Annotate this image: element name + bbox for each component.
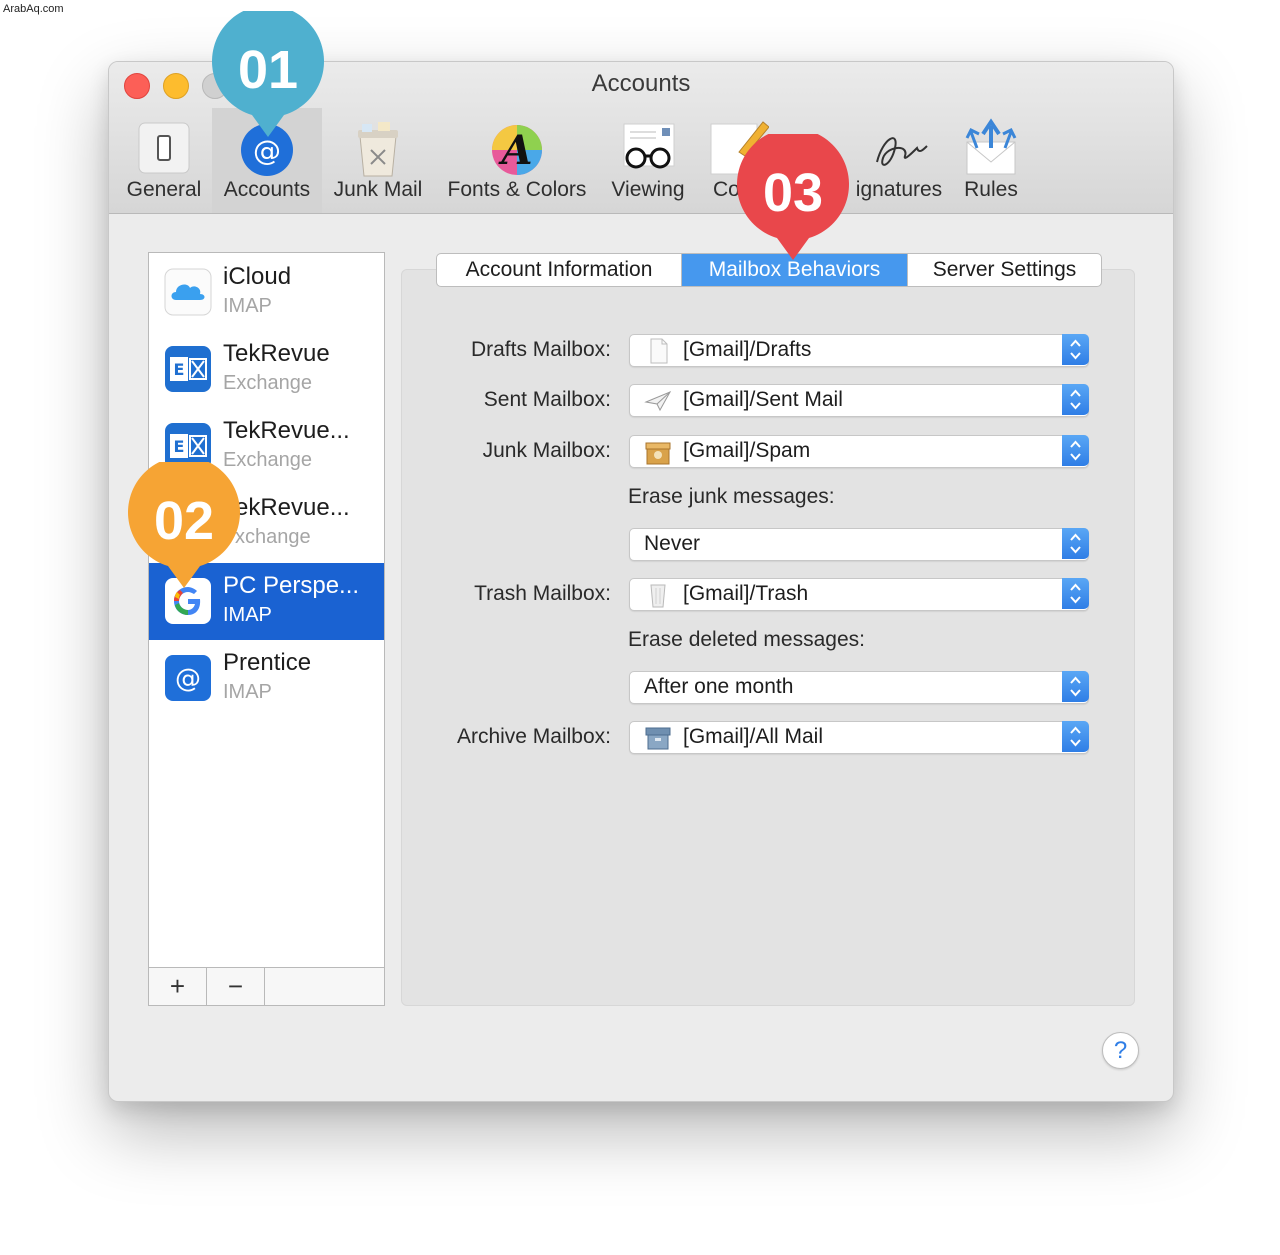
callout-02-text: 02: [153, 491, 215, 551]
junk-mailbox-value: [Gmail]/Spam: [683, 439, 811, 462]
drafts-mailbox-value: [Gmail]/Drafts: [683, 338, 812, 361]
archive-mailbox-value: [Gmail]/All Mail: [683, 725, 824, 748]
callout-01-text: 01: [237, 40, 299, 100]
toolbar-viewing[interactable]: Viewing: [603, 108, 693, 213]
trash-mailbox-value: [Gmail]/Trash: [683, 582, 809, 605]
tab-account-information[interactable]: Account Information: [437, 254, 681, 286]
account-type: xchange: [235, 526, 311, 548]
erase-junk-value: Never: [644, 532, 701, 555]
preferences-window: Accounts General @ Accounts Junk Mail A …: [108, 61, 1174, 1102]
tab-server-settings[interactable]: Server Settings: [908, 254, 1101, 286]
font-palette-icon: A: [487, 118, 547, 178]
accounts-list-footer: + −: [149, 967, 384, 1005]
chevron-updown-icon: [1062, 334, 1089, 365]
sent-mailbox-popup[interactable]: [Gmail]/Sent Mail: [629, 384, 1089, 417]
junk-mailbox-popup[interactable]: [Gmail]/Spam: [629, 435, 1089, 468]
accounts-list: iCloud IMAP E TekRevue Exchange E TekRev…: [148, 252, 385, 1006]
exchange-icon: E: [164, 345, 212, 393]
account-name: PC Perspe...: [223, 572, 360, 599]
account-item-tekrevue-1[interactable]: E TekRevue Exchange: [149, 331, 384, 408]
glasses-icon: [618, 118, 678, 178]
icloud-icon: [164, 268, 212, 316]
toolbar-viewing-label: Viewing: [611, 178, 685, 201]
toolbar-fonts-colors[interactable]: A Fonts & Colors: [436, 108, 598, 213]
callout-02: 02: [126, 462, 242, 592]
archive-mailbox-popup[interactable]: [Gmail]/All Mail: [629, 721, 1089, 754]
archive-mailbox-label: Archive Mailbox:: [456, 725, 611, 748]
account-name: iCloud: [223, 263, 292, 290]
callout-01: 01: [210, 11, 326, 141]
account-name: ekRevue...: [235, 494, 350, 521]
envelope-arrows-icon: [961, 118, 1021, 178]
toolbar-fonts-colors-label: Fonts & Colors: [447, 178, 587, 201]
paper-plane-icon: [644, 388, 672, 414]
trash-mailbox-popup[interactable]: [Gmail]/Trash: [629, 578, 1089, 611]
callout-03-text: 03: [762, 163, 824, 223]
sent-mailbox-label: Sent Mailbox:: [483, 388, 611, 411]
chevron-updown-icon: [1062, 384, 1089, 415]
drafts-mailbox-popup[interactable]: [Gmail]/Drafts: [629, 334, 1089, 367]
chevron-updown-icon: [1062, 721, 1089, 752]
help-button[interactable]: ?: [1102, 1032, 1139, 1069]
svg-text:@: @: [175, 664, 201, 694]
account-type: IMAP: [223, 604, 272, 626]
add-account-button[interactable]: +: [149, 968, 207, 1005]
svg-text:E: E: [174, 360, 185, 379]
toolbar-rules[interactable]: Rules: [955, 108, 1027, 213]
erase-deleted-value: After one month: [644, 675, 794, 698]
trash-bin-icon: [348, 118, 408, 178]
trash-can-icon: [644, 582, 672, 608]
at-sign-icon: @: [164, 654, 212, 702]
remove-account-button[interactable]: −: [207, 968, 265, 1005]
chevron-updown-icon: [1062, 671, 1089, 702]
toolbar-junk-mail[interactable]: Junk Mail: [327, 108, 429, 213]
toolbar-accounts-label: Accounts: [223, 178, 311, 201]
account-name: Prentice: [223, 649, 312, 676]
erase-junk-popup[interactable]: Never: [629, 528, 1089, 561]
junk-mailbox-label: Junk Mailbox:: [482, 439, 611, 462]
drafts-mailbox-label: Drafts Mailbox:: [470, 338, 611, 361]
account-type: IMAP: [223, 295, 272, 317]
account-type: Exchange: [223, 372, 312, 394]
account-name: TekRevue: [223, 340, 330, 367]
chevron-updown-icon: [1062, 528, 1089, 559]
account-item-prentice[interactable]: @ Prentice IMAP: [149, 640, 384, 717]
signature-icon: [869, 118, 929, 178]
watermark: ArabAq.com: [3, 3, 64, 15]
trash-mailbox-label: Trash Mailbox:: [474, 582, 611, 605]
chevron-updown-icon: [1062, 435, 1089, 466]
account-type: IMAP: [223, 681, 272, 703]
toolbar-rules-label: Rules: [964, 178, 1018, 201]
toolbar-junk-mail-label: Junk Mail: [333, 178, 423, 201]
toolbar-signatures-label: ignatures: [855, 178, 943, 201]
svg-text:A: A: [497, 127, 532, 174]
junk-box-icon: [644, 439, 672, 465]
toolbar-general[interactable]: General: [119, 108, 209, 213]
general-switch-icon: [134, 118, 194, 178]
erase-deleted-label: Erase deleted messages:: [628, 628, 865, 651]
sent-mailbox-value: [Gmail]/Sent Mail: [683, 388, 843, 411]
account-item-icloud[interactable]: iCloud IMAP: [149, 254, 384, 331]
toolbar-signatures[interactable]: ignatures: [844, 108, 954, 213]
archive-box-icon: [644, 725, 672, 751]
erase-junk-label: Erase junk messages:: [628, 485, 835, 508]
document-icon: [644, 338, 672, 364]
account-name: TekRevue...: [223, 417, 350, 444]
svg-text:E: E: [174, 437, 185, 456]
toolbar-general-label: General: [126, 178, 202, 201]
chevron-updown-icon: [1062, 578, 1089, 609]
callout-03: 03: [735, 134, 851, 264]
erase-deleted-popup[interactable]: After one month: [629, 671, 1089, 704]
